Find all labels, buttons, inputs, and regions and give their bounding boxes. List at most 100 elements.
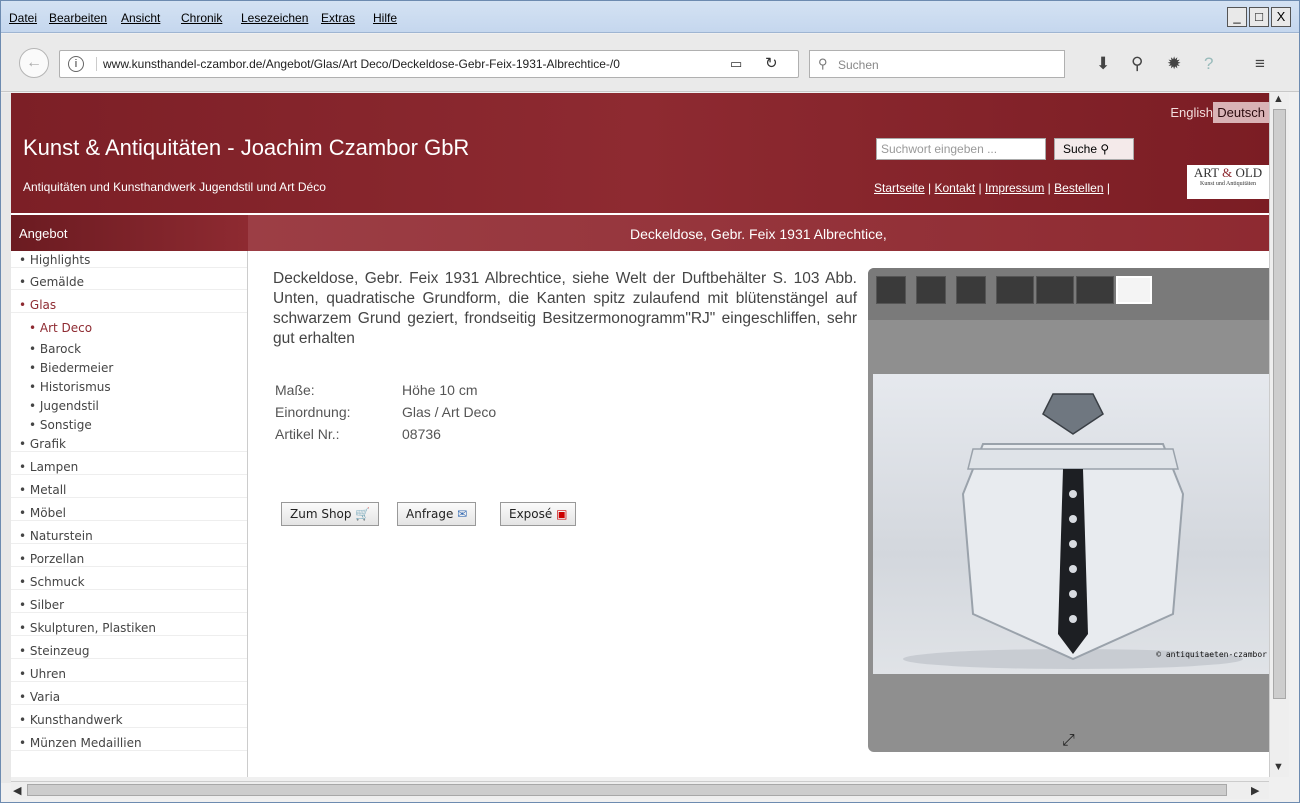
- sidebar-item-grafik[interactable]: • Grafik: [11, 437, 247, 452]
- menu-extras[interactable]: Extras: [321, 11, 355, 25]
- back-button[interactable]: ←: [19, 48, 49, 78]
- reader-view-icon[interactable]: ▭: [730, 56, 742, 72]
- reload-icon[interactable]: ↻: [765, 54, 778, 72]
- sidebar-item-kunsthandwerk[interactable]: • Kunsthandwerk: [11, 713, 247, 728]
- thumbnail-selected[interactable]: [1116, 276, 1152, 304]
- product-properties: Maße: Höhe 10 cm Einordnung: Glas / Art De…: [275, 382, 496, 448]
- scroll-right-arrow-icon[interactable]: ▶: [1251, 784, 1259, 797]
- sidebar-item-highlights[interactable]: • Highlights: [11, 253, 247, 268]
- sidebar-subitem-barock[interactable]: • Barock: [11, 342, 247, 356]
- minimize-button[interactable]: _: [1227, 7, 1247, 27]
- logo-tagline: Kunst und Antiquitäten: [1200, 181, 1256, 187]
- category-sidebar: • Highlights • Gemälde • Glas • Art Deco…: [11, 251, 248, 777]
- scroll-down-arrow-icon[interactable]: ▼: [1273, 761, 1284, 773]
- anfrage-button[interactable]: Anfrage ✉: [397, 502, 477, 526]
- expose-button[interactable]: Exposé ▣: [500, 502, 577, 526]
- close-button[interactable]: X: [1271, 7, 1291, 27]
- menu-ansicht[interactable]: Ansicht: [121, 11, 160, 25]
- site-header: English Deutsch Kunst & Antiquitäten - J…: [11, 93, 1269, 213]
- nav-bestellen[interactable]: Bestellen: [1054, 181, 1103, 195]
- enlarge-icon[interactable]: ⤢: [1062, 732, 1075, 750]
- sidebar-item-gemaelde[interactable]: • Gemälde: [11, 275, 247, 290]
- sidebar-item-glas[interactable]: • Glas: [11, 298, 247, 313]
- thumbnail[interactable]: [996, 276, 1034, 304]
- search-toolbar-icon[interactable]: ⚲: [1131, 54, 1143, 74]
- sidebar-item-metall[interactable]: • Metall: [11, 483, 247, 498]
- sidebar-item-skulpturen[interactable]: • Skulpturen, Plastiken: [11, 621, 247, 636]
- sidebar-subitem-sonstige[interactable]: • Sonstige: [11, 418, 247, 432]
- product-image[interactable]: © antiquitaeten-czambor: [873, 374, 1269, 674]
- nav-impressum[interactable]: Impressum: [985, 181, 1044, 195]
- nav-toolbar: ← i www.kunsthandel-czambor.de/Angebot/G…: [1, 34, 1299, 92]
- scroll-left-arrow-icon[interactable]: ◀: [13, 784, 21, 797]
- anfrage-label: Anfrage: [406, 507, 454, 521]
- site-title[interactable]: Kunst & Antiquitäten - Joachim Czambor G…: [23, 135, 469, 161]
- prop-key: Einordnung:: [275, 404, 351, 420]
- envelope-icon: ✉: [457, 507, 468, 521]
- maximize-button[interactable]: □: [1249, 7, 1269, 27]
- zum-shop-label: Zum Shop: [290, 507, 352, 521]
- help-icon[interactable]: ?: [1204, 54, 1213, 74]
- header-nav: Startseite | Kontakt | Impressum | Beste…: [874, 181, 1110, 195]
- thumbnail[interactable]: [956, 276, 986, 304]
- sidebar-item-uhren[interactable]: • Uhren: [11, 667, 247, 682]
- lang-deutsch-link[interactable]: Deutsch: [1213, 102, 1269, 123]
- menu-datei[interactable]: Datei: [9, 11, 37, 25]
- watermark-text: © antiquitaeten-czambor: [1156, 650, 1267, 659]
- sidebar-subitem-biedermeier[interactable]: • Biedermeier: [11, 361, 247, 375]
- browser-window: Datei Bearbeiten Ansicht Chronik Lesezei…: [0, 0, 1300, 803]
- search-icon: ⚲: [1100, 142, 1110, 156]
- browser-search-field[interactable]: ⚲ Suchen: [809, 50, 1065, 78]
- logo-text-amp: &: [1218, 165, 1236, 180]
- sidebar-item-moebel[interactable]: • Möbel: [11, 506, 247, 521]
- menu-bearbeiten[interactable]: Bearbeiten: [49, 11, 107, 25]
- extension-icon[interactable]: ✹: [1167, 54, 1181, 74]
- vertical-scrollbar[interactable]: ▲ ▼: [1269, 93, 1289, 777]
- sidebar-item-varia[interactable]: • Varia: [11, 690, 247, 705]
- site-info-icon[interactable]: i: [68, 56, 84, 72]
- sidebar-item-naturstein[interactable]: • Naturstein: [11, 529, 247, 544]
- prop-key: Artikel Nr.:: [275, 426, 340, 442]
- scroll-up-arrow-icon[interactable]: ▲: [1273, 93, 1284, 105]
- sidebar-item-muenzen[interactable]: • Münzen Medaillien: [11, 736, 247, 751]
- sidebar-item-lampen[interactable]: • Lampen: [11, 460, 247, 475]
- site-search-button[interactable]: Suche ⚲: [1054, 138, 1134, 160]
- sidebar-subitem-jugendstil[interactable]: • Jugendstil: [11, 399, 247, 413]
- zum-shop-button[interactable]: Zum Shop 🛒: [281, 502, 380, 526]
- thumbnail[interactable]: [916, 276, 946, 304]
- back-arrow-icon: ←: [26, 54, 42, 71]
- url-bar[interactable]: i www.kunsthandel-czambor.de/Angebot/Gla…: [59, 50, 799, 78]
- window-controls: _ □ X: [1227, 7, 1291, 27]
- horizontal-scroll-thumb[interactable]: [27, 784, 1227, 796]
- site-subtitle: Antiquitäten und Kunsthandwerk Jugendsti…: [23, 180, 326, 194]
- hamburger-menu-icon[interactable]: ≡: [1255, 54, 1265, 74]
- sidebar-item-schmuck[interactable]: • Schmuck: [11, 575, 247, 590]
- prop-value: Höhe 10 cm: [402, 382, 478, 398]
- menu-hilfe[interactable]: Hilfe: [373, 11, 397, 25]
- sidebar-subitem-historismus[interactable]: • Historismus: [11, 380, 247, 394]
- nav-startseite[interactable]: Startseite: [874, 181, 925, 195]
- sidebar-item-porzellan[interactable]: • Porzellan: [11, 552, 247, 567]
- vertical-scroll-thumb[interactable]: [1273, 109, 1286, 699]
- art-and-old-logo[interactable]: ART & OLD Kunst und Antiquitäten: [1187, 165, 1269, 199]
- menu-lesezeichen[interactable]: Lesezeichen: [241, 11, 308, 25]
- sidebar-heading-label: Angebot: [19, 226, 68, 241]
- sidebar-subitem-art-deco[interactable]: • Art Deco: [11, 321, 247, 335]
- site-search-input[interactable]: Suchwort eingeben ...: [876, 138, 1046, 160]
- thumbnail[interactable]: [876, 276, 906, 304]
- url-text[interactable]: www.kunsthandel-czambor.de/Angebot/Glas/…: [96, 57, 716, 71]
- sidebar-heading: Angebot: [11, 215, 248, 251]
- pdf-icon: ▣: [556, 507, 568, 521]
- thumbnail[interactable]: [1076, 276, 1114, 304]
- sidebar-item-steinzeug[interactable]: • Steinzeug: [11, 644, 247, 659]
- nav-kontakt[interactable]: Kontakt: [935, 181, 976, 195]
- lang-english-link[interactable]: English: [1170, 105, 1213, 120]
- search-icon: ⚲: [818, 56, 828, 71]
- sidebar-item-silber[interactable]: • Silber: [11, 598, 247, 613]
- download-icon[interactable]: ⬇: [1096, 54, 1110, 74]
- menu-chronik[interactable]: Chronik: [181, 11, 222, 25]
- horizontal-scrollbar[interactable]: ◀ ▶: [11, 781, 1269, 799]
- logo-text-old: OLD: [1235, 165, 1263, 180]
- thumbnail[interactable]: [1036, 276, 1074, 304]
- menu-bar: Datei Bearbeiten Ansicht Chronik Lesezei…: [1, 1, 1299, 33]
